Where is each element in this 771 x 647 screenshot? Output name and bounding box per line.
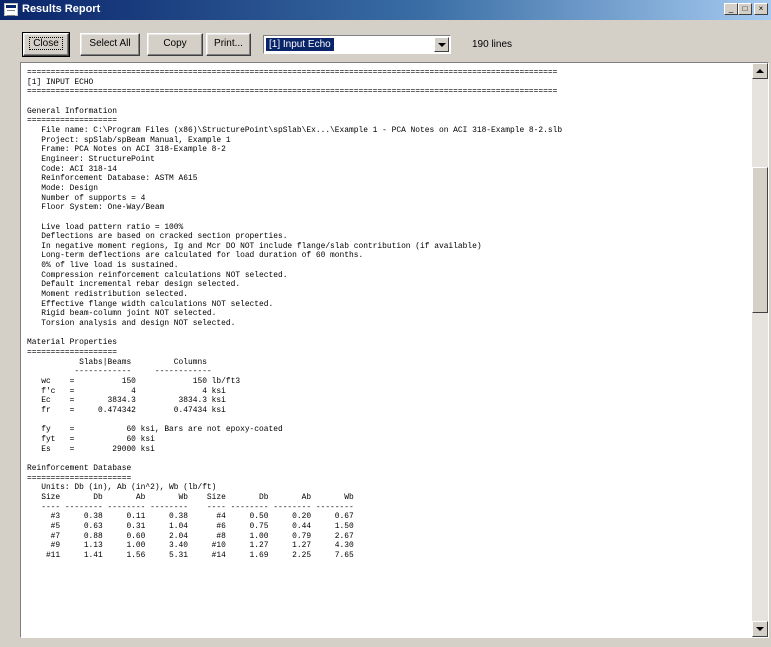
results-report-window: Results Report _ □ × Close Select All Co…	[0, 0, 771, 647]
scroll-down-button[interactable]	[752, 621, 768, 637]
copy-button[interactable]: Copy	[147, 33, 203, 56]
title-bar: Results Report _ □ ×	[0, 0, 771, 20]
print-button[interactable]: Print...	[206, 33, 251, 56]
section-select[interactable]: [1] Input Echo	[263, 35, 451, 54]
line-count: 190 lines	[472, 39, 513, 50]
chevron-down-icon[interactable]	[434, 37, 449, 52]
vertical-scrollbar[interactable]	[752, 63, 768, 637]
select-all-button[interactable]: Select All	[80, 33, 140, 56]
scroll-thumb[interactable]	[752, 167, 768, 313]
report-window-icon	[4, 3, 18, 16]
close-button-label: Close	[29, 37, 63, 50]
report-text-area[interactable]: ========================================…	[20, 62, 769, 638]
report-text: ========================================…	[27, 68, 563, 560]
scroll-up-button[interactable]	[752, 63, 768, 79]
window-title: Results Report	[22, 3, 101, 15]
minimize-button[interactable]: _	[724, 3, 738, 15]
maximize-button[interactable]: □	[738, 3, 752, 15]
close-window-button[interactable]: ×	[754, 3, 768, 15]
close-button[interactable]: Close	[22, 32, 70, 57]
section-select-value: [1] Input Echo	[266, 38, 334, 51]
